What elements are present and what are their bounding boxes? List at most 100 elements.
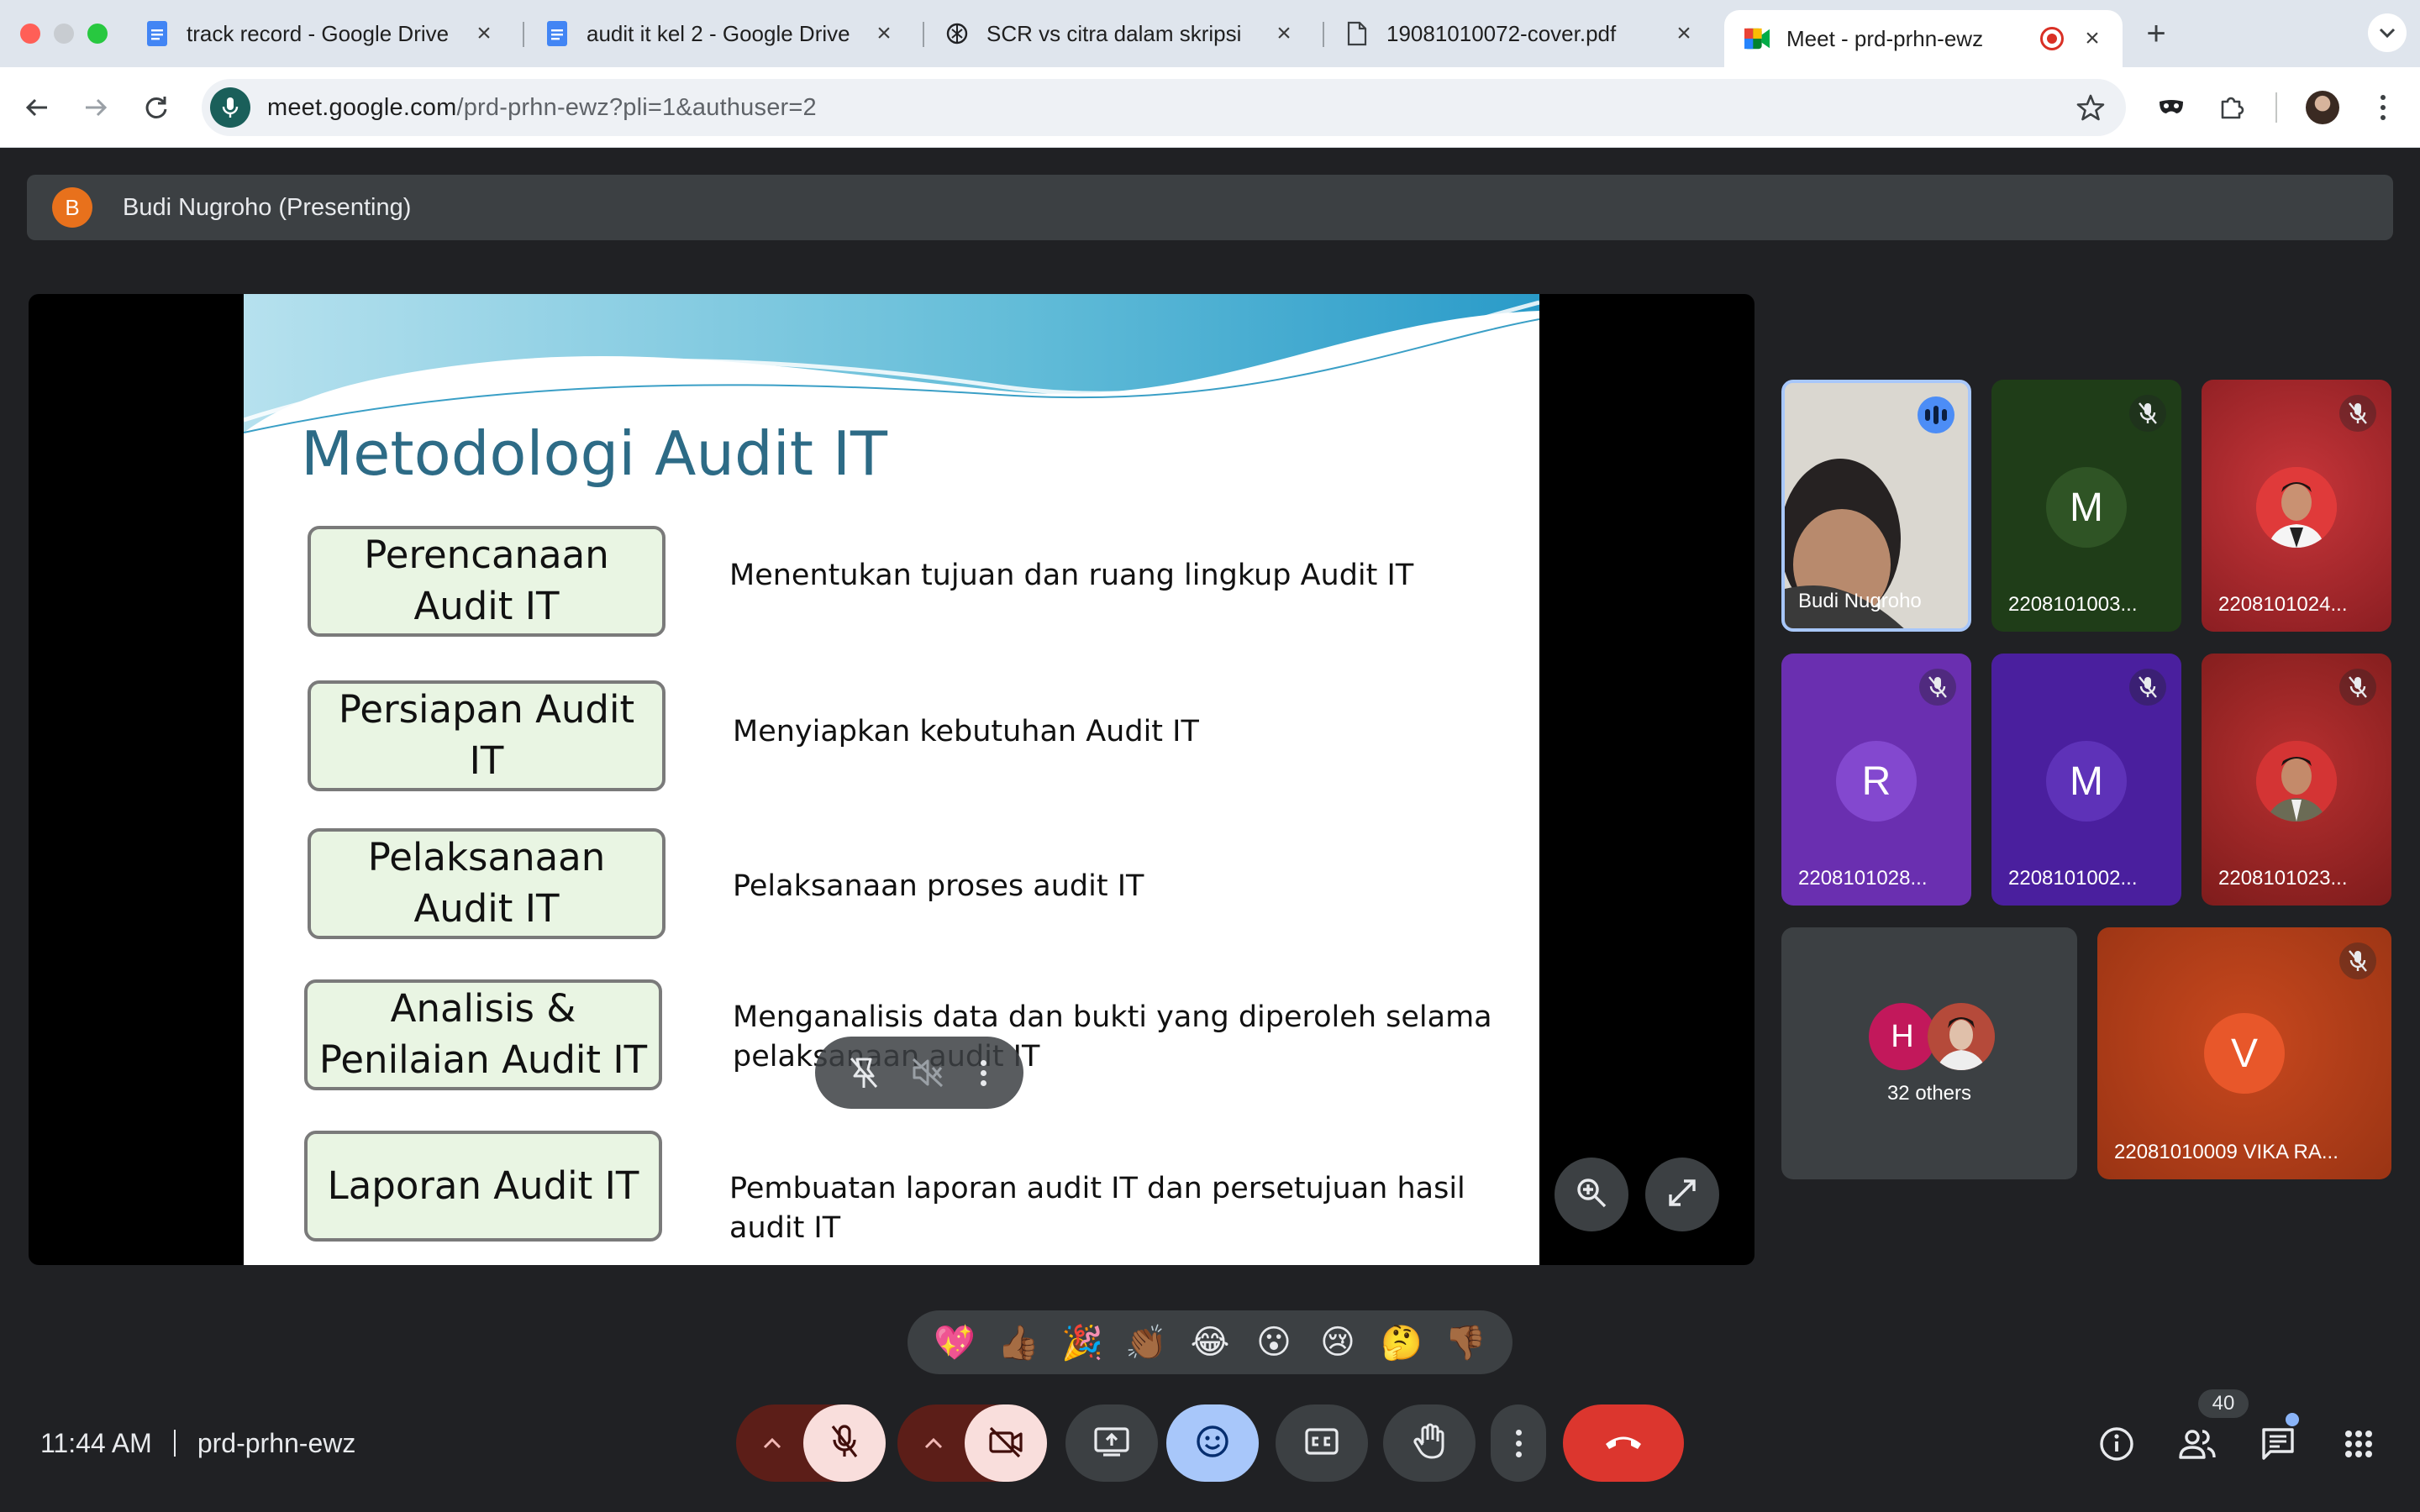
- participant-avatar: M: [2046, 741, 2127, 822]
- step-box: Analisis & Penilaian Audit IT: [304, 979, 662, 1090]
- participant-tile[interactable]: V 22081010009 VIKA RA...: [2097, 927, 2391, 1179]
- new-message-dot: [2286, 1413, 2299, 1426]
- reaction-tears-of-joy[interactable]: 😂: [1185, 1323, 1235, 1362]
- unpin-icon[interactable]: [843, 1052, 885, 1094]
- tab-close-icon[interactable]: ×: [2079, 24, 2106, 52]
- extensions-puzzle-icon[interactable]: [2213, 89, 2250, 126]
- mute-audio-icon[interactable]: [907, 1052, 949, 1094]
- new-tab-plus-icon[interactable]: +: [2138, 15, 2175, 52]
- reaction-clapping-hands[interactable]: 👏🏾: [1121, 1323, 1171, 1362]
- participant-avatar: R: [1836, 741, 1917, 822]
- forward-arrow-icon[interactable]: [76, 87, 116, 128]
- more-options-button[interactable]: [1491, 1404, 1546, 1482]
- meeting-details-info-icon[interactable]: [2096, 1423, 2138, 1465]
- chatgpt-icon: [944, 21, 970, 46]
- extension-mask-icon[interactable]: [2153, 89, 2190, 126]
- participant-name: 2208101028...: [1798, 867, 1928, 890]
- omnibox[interactable]: meet.google.com/prd-prhn-ewz?pli=1&authu…: [202, 79, 2126, 136]
- step-box: Persiapan Audit IT: [308, 680, 666, 791]
- reactions-bar: 💖 👍🏾 🎉 👏🏾 😂 😮 😢 🤔 👎🏾: [908, 1310, 1512, 1374]
- browser-tab-1[interactable]: track record - Google Drive ×: [124, 10, 514, 57]
- others-avatar-photo: [1928, 1003, 1995, 1070]
- browser-toolbar: meet.google.com/prd-prhn-ewz?pli=1&authu…: [0, 67, 2420, 148]
- activities-grid-icon[interactable]: [2338, 1423, 2380, 1465]
- video-options-chevron-up-icon[interactable]: [897, 1404, 970, 1482]
- zoom-in-button[interactable]: [1555, 1158, 1628, 1231]
- browser-menu-kebab-icon[interactable]: [2368, 89, 2398, 126]
- microphone-icon[interactable]: [210, 87, 250, 128]
- participant-name: 2208101003...: [2008, 593, 2138, 616]
- reaction-thinking-face[interactable]: 🤔: [1376, 1323, 1427, 1362]
- participant-name: 2208101024...: [2218, 593, 2348, 616]
- muted-mic-icon: [1919, 669, 1956, 706]
- reaction-crying-face[interactable]: 😢: [1313, 1323, 1363, 1362]
- reactions-button[interactable]: [1166, 1404, 1259, 1482]
- document-icon: [1344, 21, 1370, 46]
- tab-title: 19081010072-cover.pdf: [1386, 20, 1617, 46]
- muted-mic-icon: [2129, 669, 2166, 706]
- participant-name: 2208101002...: [2008, 867, 2138, 890]
- participant-tile[interactable]: 2208101024...: [2202, 380, 2391, 632]
- browser-tab-4[interactable]: 19081010072-cover.pdf ×: [1324, 10, 1714, 57]
- others-tile[interactable]: H 32 others: [1781, 927, 2077, 1179]
- more-options-kebab-icon: [1515, 1429, 1522, 1457]
- participant-name: Budi Nugroho: [1798, 590, 1922, 612]
- participant-tile[interactable]: M 2208101002...: [1991, 654, 2181, 906]
- tab-close-icon[interactable]: ×: [1270, 19, 1297, 47]
- expand-icon: [1665, 1176, 1699, 1214]
- fullscreen-button[interactable]: [1645, 1158, 1719, 1231]
- slide-wave-decoration: [244, 294, 1539, 433]
- step-description: Pelaksanaan proses audit IT: [733, 869, 1144, 903]
- camera-toggle-button[interactable]: [965, 1404, 1047, 1482]
- tab-close-icon[interactable]: ×: [871, 19, 897, 47]
- toolbar-separator: [2275, 92, 2277, 123]
- maximize-window-button[interactable]: [87, 24, 108, 44]
- tab-close-icon[interactable]: ×: [471, 19, 497, 47]
- tab-search-chevron-down-icon[interactable]: [2368, 13, 2407, 52]
- presenter-avatar: B: [52, 187, 92, 228]
- speaking-indicator-icon: [1918, 396, 1954, 433]
- browser-tab-2[interactable]: audit it kel 2 - Google Drive ×: [524, 10, 914, 57]
- reaction-sparkling-heart[interactable]: 💖: [929, 1323, 980, 1362]
- minimize-window-button[interactable]: [54, 24, 74, 44]
- others-count-label: 32 others: [1886, 1082, 1972, 1105]
- reaction-thumbs-down[interactable]: 👎🏾: [1440, 1323, 1491, 1362]
- participant-tile[interactable]: Budi Nugroho: [1781, 380, 1971, 632]
- hang-up-phone-icon: [1602, 1431, 1644, 1456]
- more-options-kebab-icon[interactable]: [971, 1052, 996, 1094]
- bookmark-star-icon[interactable]: [2072, 89, 2109, 126]
- reaction-party-popper[interactable]: 🎉: [1057, 1323, 1107, 1362]
- reaction-surprised-face[interactable]: 😮: [1249, 1323, 1299, 1362]
- present-screen-button[interactable]: [1065, 1404, 1158, 1482]
- raise-hand-button[interactable]: [1383, 1404, 1476, 1482]
- browser-tab-5-active[interactable]: Meet - prd-prhn-ewz ×: [1724, 10, 2123, 67]
- google-meet-icon: [1744, 26, 1770, 51]
- reaction-thumbs-up[interactable]: 👍🏾: [993, 1323, 1044, 1362]
- participant-tile[interactable]: M 2208101003...: [1991, 380, 2181, 632]
- camera-control: [897, 1404, 1047, 1482]
- raise-hand-icon: [1413, 1423, 1446, 1464]
- tile-hover-controls: [815, 1037, 1023, 1109]
- close-window-button[interactable]: [20, 24, 40, 44]
- captions-button[interactable]: [1276, 1404, 1368, 1482]
- microphone-control: [736, 1404, 886, 1482]
- slide-title: Metodologi Audit IT: [301, 418, 888, 489]
- participant-avatar-photo: [2256, 467, 2337, 548]
- browser-tab-3[interactable]: SCR vs citra dalam skripsi ×: [924, 10, 1314, 57]
- participant-tile[interactable]: R 2208101028...: [1781, 654, 1971, 906]
- others-avatar: H: [1869, 1003, 1936, 1070]
- muted-mic-icon: [2339, 942, 2376, 979]
- back-arrow-icon[interactable]: [17, 87, 57, 128]
- tab-close-icon[interactable]: ×: [1670, 19, 1697, 47]
- reload-icon[interactable]: [136, 87, 176, 128]
- audio-options-chevron-up-icon[interactable]: [736, 1404, 808, 1482]
- leave-call-button[interactable]: [1563, 1404, 1684, 1482]
- closed-captions-icon: [1304, 1427, 1339, 1460]
- profile-avatar[interactable]: [2306, 91, 2339, 124]
- chat-icon[interactable]: [2257, 1423, 2299, 1465]
- participant-name: 22081010009 VIKA RA...: [2114, 1141, 2338, 1163]
- participant-tile[interactable]: 2208101023...: [2202, 654, 2391, 906]
- microphone-toggle-button[interactable]: [803, 1404, 886, 1482]
- people-icon[interactable]: [2176, 1423, 2218, 1465]
- google-docs-icon: [544, 21, 570, 46]
